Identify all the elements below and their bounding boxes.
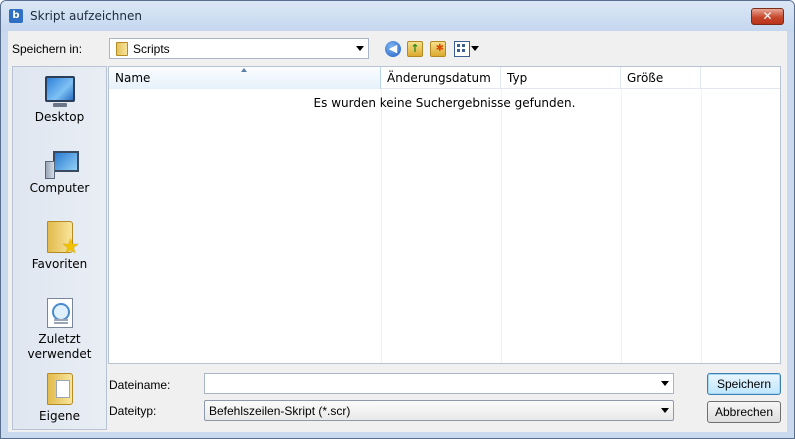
place-favorites[interactable]: Favoriten — [13, 221, 106, 272]
place-label: Desktop — [34, 110, 85, 124]
documents-icon — [46, 373, 73, 405]
computer-icon — [44, 151, 79, 179]
view-menu-chevron-icon[interactable] — [471, 46, 479, 51]
place-desktop[interactable]: Desktop — [13, 76, 106, 125]
place-computer[interactable]: Computer — [13, 151, 106, 196]
new-folder-icon[interactable]: ✱ — [430, 41, 446, 57]
column-divider — [621, 89, 622, 363]
place-label: Computer — [29, 181, 90, 195]
save-dialog-window: b Skript aufzeichnen ✕ Speichern in: Scr… — [0, 0, 795, 439]
lookin-label: Speichern in: — [12, 42, 83, 56]
save-button[interactable]: Speichern — [707, 373, 781, 395]
close-button[interactable]: ✕ — [751, 8, 784, 25]
dialog-body: Speichern in: Scripts ◀ ↑ ✱ Desktop Comp… — [8, 31, 787, 432]
filetype-value: Befehlszeilen-Skript (*.scr) — [209, 404, 351, 418]
recent-icon — [46, 298, 73, 328]
column-header-name[interactable]: Name — [109, 67, 381, 89]
place-documents[interactable]: Eigene — [13, 373, 106, 424]
sort-ascending-icon — [241, 68, 247, 72]
title-bar[interactable]: b Skript aufzeichnen ✕ — [1, 1, 794, 31]
column-header-date[interactable]: Änderungsdatum — [381, 67, 501, 89]
filename-label: Dateiname: — [109, 378, 171, 392]
column-divider — [501, 89, 502, 363]
lookin-value: Scripts — [133, 42, 170, 56]
filename-input[interactable] — [204, 373, 674, 394]
favorites-icon — [46, 221, 80, 258]
empty-message: Es wurden keine Suchergebnisse gefunden. — [313, 96, 576, 110]
place-recent[interactable]: Zuletzt verwendet — [13, 298, 106, 362]
place-label: Favoriten — [31, 257, 88, 271]
column-divider — [701, 89, 702, 363]
chevron-down-icon[interactable] — [661, 381, 669, 386]
window-title: Skript aufzeichnen — [30, 9, 142, 23]
up-folder-icon[interactable]: ↑ — [407, 41, 423, 57]
column-divider — [381, 89, 382, 363]
place-label: Eigene — [39, 409, 80, 423]
file-list[interactable]: Name Änderungsdatum Typ Größe Es wurden … — [108, 66, 781, 364]
cancel-button[interactable]: Abbrechen — [707, 401, 781, 423]
place-label: Zuletzt verwendet — [27, 332, 92, 361]
filetype-label: Dateityp: — [109, 404, 157, 418]
chevron-down-icon — [356, 46, 364, 51]
chevron-down-icon — [661, 408, 669, 413]
column-header-row: Name Änderungsdatum Typ Größe — [109, 67, 780, 89]
desktop-icon — [44, 76, 75, 107]
back-icon[interactable]: ◀ — [385, 41, 401, 57]
filetype-select[interactable]: Befehlszeilen-Skript (*.scr) — [204, 400, 674, 421]
column-label: Name — [115, 71, 151, 85]
column-header-type[interactable]: Typ — [501, 67, 621, 89]
lookin-combo[interactable]: Scripts — [109, 38, 369, 59]
column-header-size[interactable]: Größe — [621, 67, 701, 89]
folder-icon — [116, 42, 128, 56]
view-menu-icon[interactable] — [454, 41, 470, 57]
places-bar: Desktop Computer Favoriten Zuletzt verwe… — [12, 66, 107, 430]
app-icon: b — [9, 9, 23, 23]
